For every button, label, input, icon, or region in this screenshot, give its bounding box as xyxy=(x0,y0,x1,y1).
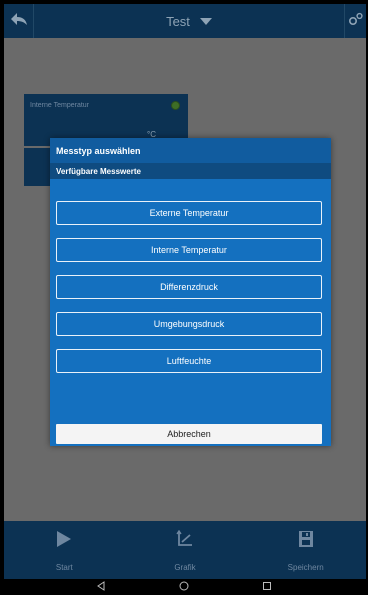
app-window: Test Interne Temperatur °C Messtyp auswä… xyxy=(4,4,366,579)
nav-home-icon[interactable] xyxy=(179,578,189,595)
bottom-bar: Start Grafik Speichern xyxy=(4,521,366,579)
save-label: Speichern xyxy=(287,563,324,572)
settings-button[interactable] xyxy=(344,4,366,38)
option-internal-temperature[interactable]: Interne Temperatur xyxy=(56,238,322,262)
graph-icon xyxy=(176,529,194,553)
back-button[interactable] xyxy=(4,4,34,38)
nav-recents-icon[interactable] xyxy=(262,578,272,595)
title-selector[interactable]: Test xyxy=(34,14,344,29)
option-humidity[interactable]: Luftfeuchte xyxy=(56,349,322,373)
system-nav-bar xyxy=(0,579,368,595)
nav-back-icon[interactable] xyxy=(96,578,106,595)
option-list: Externe Temperatur Interne Temperatur Di… xyxy=(56,201,322,386)
play-icon xyxy=(56,530,72,553)
dialog-subtitle: Verfügbare Messwerte xyxy=(50,163,331,179)
top-bar: Test xyxy=(4,4,366,38)
graph-label: Grafik xyxy=(174,563,196,572)
option-ambient-pressure[interactable]: Umgebungsdruck xyxy=(56,312,322,336)
option-external-temperature[interactable]: Externe Temperatur xyxy=(56,201,322,225)
save-button[interactable]: Speichern xyxy=(245,521,366,579)
chevron-down-icon xyxy=(199,14,212,29)
page-title: Test xyxy=(166,13,190,29)
start-button[interactable]: Start xyxy=(4,521,125,579)
measurement-type-dialog: Messtyp auswählen Verfügbare Messwerte E… xyxy=(50,138,331,446)
back-arrow-icon xyxy=(10,12,28,31)
option-differential-pressure[interactable]: Differenzdruck xyxy=(56,275,322,299)
start-label: Start xyxy=(55,563,73,572)
gear-icon xyxy=(348,12,364,31)
dialog-title: Messtyp auswählen xyxy=(50,138,331,163)
status-indicator xyxy=(171,101,180,110)
cancel-button[interactable]: Abbrechen xyxy=(56,424,322,444)
graph-button[interactable]: Grafik xyxy=(125,521,246,579)
save-icon xyxy=(298,530,314,553)
tile-label: Interne Temperatur xyxy=(30,102,90,109)
